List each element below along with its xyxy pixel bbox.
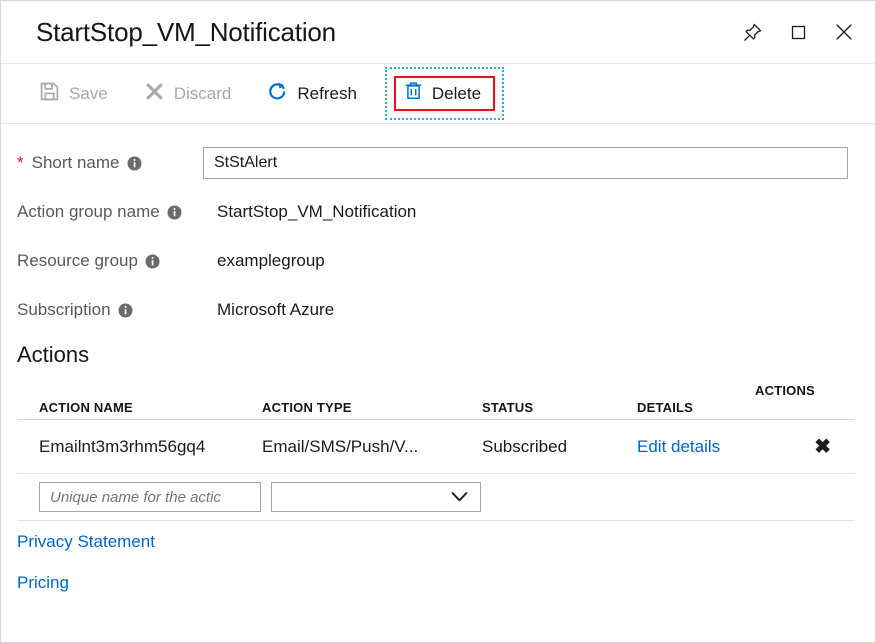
subscription-value: Microsoft Azure (217, 300, 334, 320)
column-header-action-name: ACTION NAME (17, 400, 262, 415)
info-icon[interactable] (127, 156, 142, 171)
action-group-name-label-text: Action group name (17, 202, 160, 222)
column-header-status: STATUS (482, 400, 637, 415)
info-icon[interactable] (118, 303, 133, 318)
action-group-name-label: Action group name (17, 202, 217, 222)
short-name-label-text: Short name (32, 153, 120, 173)
table-row: Emailnt3m3rhm56gq4 Email/SMS/Push/V... S… (17, 420, 855, 474)
trash-icon (404, 81, 423, 106)
new-action-name-input[interactable] (39, 482, 261, 512)
page-title: StartStop_VM_Notification (36, 17, 336, 48)
short-name-label: * Short name (17, 153, 203, 173)
actions-heading: Actions (1, 342, 875, 368)
column-header-actions: ACTIONS (755, 374, 853, 398)
blade-titlebar: StartStop_VM_Notification (1, 1, 875, 64)
footer-links: Privacy Statement Pricing (1, 521, 875, 593)
refresh-button[interactable]: Refresh (257, 77, 367, 111)
short-name-input[interactable] (203, 147, 848, 179)
resource-group-row: Resource group examplegroup (1, 244, 875, 278)
delete-button-highlight: Delete (385, 67, 504, 120)
chevron-down-icon (451, 492, 468, 503)
info-icon[interactable] (145, 254, 160, 269)
column-header-action-type: ACTION TYPE (262, 400, 482, 415)
resource-group-label: Resource group (17, 251, 217, 271)
new-action-row (17, 474, 855, 521)
short-name-row: * Short name (1, 146, 875, 180)
column-header-details: DETAILS (637, 400, 755, 415)
close-icon[interactable] (831, 19, 857, 45)
delete-label: Delete (432, 84, 481, 104)
discard-button[interactable]: Discard (134, 77, 242, 111)
subscription-row: Subscription Microsoft Azure (1, 293, 875, 327)
resource-group-value: examplegroup (217, 251, 325, 271)
delete-button[interactable]: Delete (394, 76, 495, 111)
privacy-statement-link[interactable]: Privacy Statement (17, 532, 155, 552)
cell-action-name: Emailnt3m3rhm56gq4 (17, 437, 262, 457)
subscription-label-text: Subscription (17, 300, 111, 320)
discard-label: Discard (174, 85, 232, 102)
pricing-link[interactable]: Pricing (17, 573, 69, 593)
cell-status: Subscribed (482, 437, 637, 457)
properties-panel: * Short name Action group name (1, 124, 875, 327)
save-icon (39, 81, 60, 107)
action-group-name-value: StartStop_VM_Notification (217, 202, 416, 222)
refresh-label: Refresh (297, 85, 357, 102)
action-group-name-row: Action group name StartStop_VM_Notificat… (1, 195, 875, 229)
maximize-icon[interactable] (785, 19, 811, 45)
new-action-type-select[interactable] (271, 482, 481, 512)
cell-action-type: Email/SMS/Push/V... (262, 437, 482, 457)
save-button[interactable]: Save (29, 77, 118, 111)
actions-table: ACTION NAME ACTION TYPE STATUS DETAILS A… (17, 374, 855, 521)
actions-table-header: ACTION NAME ACTION TYPE STATUS DETAILS A… (17, 374, 855, 420)
save-label: Save (69, 85, 108, 102)
info-icon[interactable] (167, 205, 182, 220)
command-bar: Save Discard Refresh (1, 64, 875, 124)
window-controls (739, 19, 857, 45)
pin-icon[interactable] (739, 19, 765, 45)
subscription-label: Subscription (17, 300, 217, 320)
required-marker: * (17, 153, 24, 173)
remove-action-icon[interactable]: ✖ (755, 434, 853, 459)
refresh-icon (267, 81, 288, 107)
discard-icon (144, 81, 165, 107)
resource-group-label-text: Resource group (17, 251, 138, 271)
edit-details-link[interactable]: Edit details (637, 437, 755, 457)
